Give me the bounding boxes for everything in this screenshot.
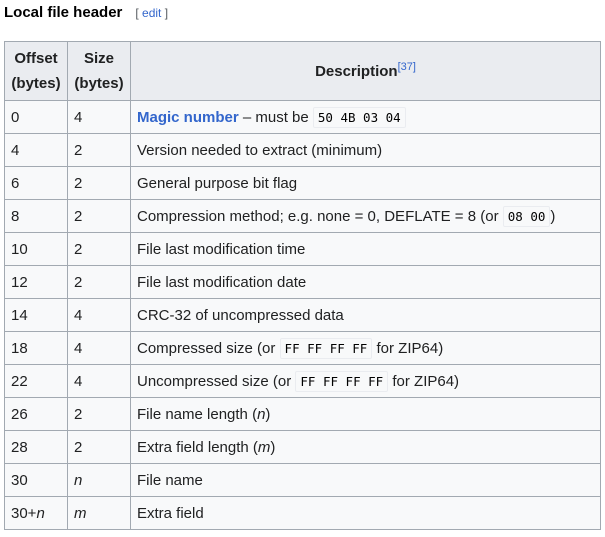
table-row: 4 2 Version needed to extract (minimum) <box>4 133 601 167</box>
offset-cell: 18 <box>4 331 68 365</box>
description-cell: File last modification time <box>130 232 601 266</box>
size-cell: 2 <box>67 430 131 464</box>
description-cell: Compression method; e.g. none = 0, DEFLA… <box>130 199 601 233</box>
table-row: 30+n m Extra field <box>4 496 601 530</box>
table-row: 8 2 Compression method; e.g. none = 0, DEF… <box>4 199 601 233</box>
hex-value: FF FF FF FF <box>295 370 389 392</box>
description-cell: File name <box>130 463 601 497</box>
size-cell: 2 <box>67 397 131 431</box>
description-cell: Version needed to extract (minimum) <box>130 133 601 167</box>
edit-section: [ edit ] <box>135 6 169 20</box>
offset-cell: 30+n <box>4 496 68 530</box>
size-cell: 2 <box>67 232 131 266</box>
hex-value: 08 00 <box>502 205 551 227</box>
size-cell: 2 <box>67 199 131 233</box>
offset-cell: 8 <box>4 199 68 233</box>
size-header: Size (bytes) <box>67 41 131 101</box>
table-row: 12 2 File last modification date <box>4 265 601 299</box>
offset-cell: 28 <box>4 430 68 464</box>
description-cell: CRC-32 of uncompressed data <box>130 298 601 332</box>
size-cell: 2 <box>67 265 131 299</box>
reference-link[interactable]: [37] <box>398 61 416 73</box>
size-cell: 4 <box>67 364 131 398</box>
description-cell: File name length (n) <box>130 397 601 431</box>
description-cell: Uncompressed size (or FF FF FF FF for ZI… <box>130 364 601 398</box>
magic-number-link[interactable]: Magic number <box>137 109 239 126</box>
table-row: 10 2 File last modification time <box>4 232 601 266</box>
table-row: 22 4 Uncompressed size (or FF FF FF FF for… <box>4 364 601 398</box>
offset-cell: 26 <box>4 397 68 431</box>
size-cell: 4 <box>67 331 131 365</box>
offset-cell: 6 <box>4 166 68 200</box>
offset-cell: 14 <box>4 298 68 332</box>
size-cell: 4 <box>67 298 131 332</box>
offset-cell: 0 <box>4 100 68 134</box>
table-row: 18 4 Compressed size (or FF FF FF FF for Z… <box>4 331 601 365</box>
description-header: Description[37] <box>130 41 601 101</box>
edit-link[interactable]: edit <box>142 6 161 20</box>
size-cell: n <box>67 463 131 497</box>
description-cell: Extra field length (m) <box>130 430 601 464</box>
size-cell: 4 <box>67 100 131 134</box>
offset-cell: 22 <box>4 364 68 398</box>
description-cell: General purpose bit flag <box>130 166 601 200</box>
description-cell: File last modification date <box>130 265 601 299</box>
table-row: 14 4 CRC-32 of uncompressed data <box>4 298 601 332</box>
offset-cell: 30 <box>4 463 68 497</box>
local-file-header-table: Offset (bytes) Size (bytes) Description[37… <box>4 41 601 530</box>
offset-cell: 12 <box>4 265 68 299</box>
section-heading: Local file header [ edit ] <box>4 4 168 21</box>
section-title: Local file header <box>4 4 123 21</box>
description-cell: Magic number – must be 50 4B 03 04 <box>130 100 601 134</box>
hex-value: 50 4B 03 04 <box>312 106 406 128</box>
table-header-row: Offset (bytes) Size (bytes) Description[37… <box>4 41 601 101</box>
size-cell: m <box>67 496 131 530</box>
table-row: 6 2 General purpose bit flag <box>4 166 601 200</box>
table-row: 26 2 File name length (n) <box>4 397 601 431</box>
table-row: 30 n File name <box>4 463 601 497</box>
description-cell: Compressed size (or FF FF FF FF for ZIP6… <box>130 331 601 365</box>
size-cell: 2 <box>67 133 131 167</box>
offset-cell: 10 <box>4 232 68 266</box>
size-cell: 2 <box>67 166 131 200</box>
offset-cell: 4 <box>4 133 68 167</box>
table-row: 28 2 Extra field length (m) <box>4 430 601 464</box>
description-cell: Extra field <box>130 496 601 530</box>
table-row: 0 4 Magic number – must be 50 4B 03 04 <box>4 100 601 134</box>
offset-header: Offset (bytes) <box>4 41 68 101</box>
hex-value: FF FF FF FF <box>279 337 373 359</box>
